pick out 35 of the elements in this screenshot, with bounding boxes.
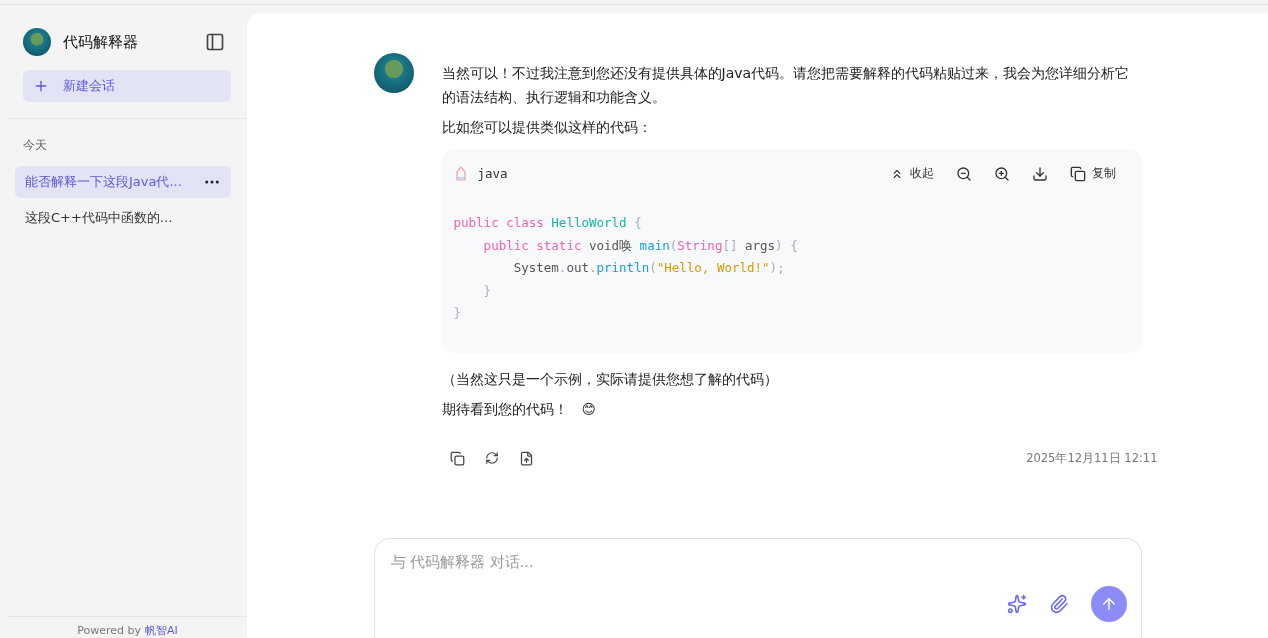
export-icon[interactable] bbox=[518, 450, 534, 466]
code-language: java bbox=[477, 166, 509, 181]
message-paragraph: 当然可以！不过我注意到您还没有提供具体的Java代码。请您把需要解释的代码粘贴过来，我会为您详细分析它的语法结构、执行逻辑和功能含义。 bbox=[441, 64, 1131, 107]
message-paragraph: （当然这只是一个示例，实际请提供您想了解的代码） bbox=[441, 369, 779, 389]
code-line: System.out.println("Hello, World!"); bbox=[512, 259, 786, 277]
app-title: 代码解释器 bbox=[63, 32, 139, 52]
assistant-avatar bbox=[373, 53, 414, 93]
group-label: 今天 bbox=[22, 137, 48, 154]
attach-icon[interactable] bbox=[1048, 594, 1069, 614]
conversation-item[interactable]: 这段C++代码中函数的... bbox=[15, 202, 231, 234]
copy-icon[interactable] bbox=[449, 450, 465, 466]
avatar bbox=[23, 28, 51, 56]
timestamp: 2025年12月11日 12:11 bbox=[1026, 450, 1158, 466]
sidebar-toggle-icon[interactable] bbox=[205, 32, 225, 52]
send-button[interactable] bbox=[1090, 586, 1127, 622]
conversation-item[interactable]: 能否解释一下这段Java代... bbox=[15, 166, 231, 198]
closing-text: 期待看到您的代码！ 😊 bbox=[441, 399, 598, 419]
collapse-button[interactable]: 收起 bbox=[883, 165, 940, 182]
sparkle-icon[interactable] bbox=[1006, 594, 1027, 614]
footer-text: Powered by bbox=[77, 624, 141, 637]
code-line: } bbox=[453, 304, 463, 322]
copy-code-button[interactable]: 复制 bbox=[1063, 165, 1122, 182]
new-chat-button[interactable]: 新建会话 bbox=[23, 70, 231, 102]
copy-icon bbox=[1069, 165, 1086, 182]
language-icon bbox=[453, 165, 468, 182]
code-line: public class HelloWorld { bbox=[453, 214, 643, 232]
conversation-title: 这段C++代码中函数的... bbox=[25, 209, 173, 227]
message-paragraph: 比如您可以提供类似这样的代码： bbox=[441, 118, 653, 137]
footer-link[interactable]: 帆智AI bbox=[145, 624, 178, 637]
message-field[interactable]: 与 代码解释器 对话... bbox=[373, 538, 1142, 638]
code-line: public static void唤 main(String[] args) { bbox=[482, 236, 799, 255]
conversation-title: 能否解释一下这段Java代... bbox=[25, 173, 182, 191]
regenerate-icon[interactable] bbox=[484, 451, 499, 465]
code-line: } bbox=[482, 281, 493, 300]
plus-icon bbox=[33, 78, 49, 94]
